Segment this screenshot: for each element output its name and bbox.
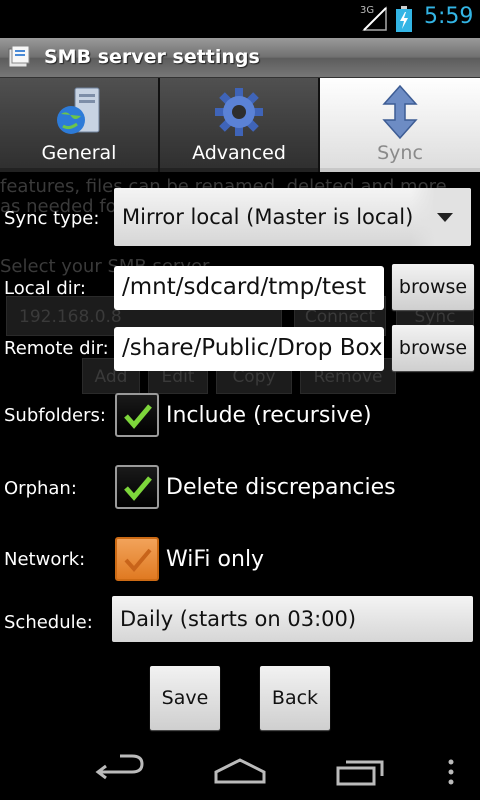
sync-type-label: Sync type: — [4, 208, 100, 229]
globe-server-icon — [57, 87, 100, 134]
signal-icon — [362, 6, 387, 31]
checkmark-icon — [124, 404, 152, 429]
tab-advanced[interactable]: Advanced — [160, 78, 320, 172]
network-label: Network: — [4, 549, 86, 570]
tab-general[interactable]: General — [0, 78, 160, 172]
sync-settings-panel: features, files can be renamed, deleted … — [0, 172, 480, 744]
tab-advanced-label: Advanced — [192, 142, 286, 164]
subfolders-checkbox[interactable] — [115, 393, 159, 437]
wifi-only-checkbox[interactable] — [115, 537, 159, 581]
local-dir-field[interactable]: /mnt/sdcard/tmp/test — [114, 266, 384, 310]
tab-bar: General Advanced Sync — [0, 78, 480, 172]
tab-sync-label: Sync — [377, 142, 423, 164]
local-dir-label: Local dir: — [4, 278, 86, 299]
page-title: SMB server settings — [44, 46, 260, 68]
sync-type-select[interactable]: Mirror local (Master is local) — [114, 188, 471, 246]
schedule-select[interactable]: Daily (starts on 03:00) — [112, 596, 473, 642]
gear-icon — [215, 88, 263, 136]
schedule-value: Daily (starts on 03:00) — [120, 607, 357, 631]
app-icon — [8, 45, 30, 68]
chevron-down-icon — [437, 213, 453, 222]
wifi-only-checkbox-label[interactable]: WiFi only — [166, 547, 264, 572]
save-button[interactable]: Save — [150, 666, 220, 730]
sync-arrows-icon — [382, 84, 418, 140]
checkmark-icon — [124, 476, 152, 501]
overflow-menu-icon[interactable] — [436, 752, 466, 792]
orphan-checkbox-label[interactable]: Delete discrepancies — [166, 475, 396, 500]
navigation-bar — [0, 744, 480, 800]
subfolders-checkbox-label[interactable]: Include (recursive) — [166, 403, 372, 428]
status-clock: 5:59 — [424, 4, 474, 29]
recent-apps-icon[interactable] — [334, 752, 390, 792]
home-nav-icon[interactable] — [212, 752, 268, 792]
checkmark-icon — [124, 548, 152, 573]
back-button[interactable]: Back — [260, 666, 330, 730]
remote-dir-label: Remote dir: — [4, 338, 109, 359]
title-bar: SMB server settings — [0, 38, 480, 78]
status-bar: 3G 5:59 — [0, 0, 480, 38]
back-nav-icon[interactable] — [92, 752, 148, 792]
local-dir-browse-button[interactable]: browse — [392, 264, 474, 310]
orphan-checkbox[interactable] — [115, 465, 159, 509]
orphan-label: Orphan: — [4, 478, 77, 499]
subfolders-label: Subfolders: — [4, 405, 106, 426]
remote-dir-browse-button[interactable]: browse — [392, 325, 474, 371]
sync-type-value: Mirror local (Master is local) — [122, 205, 414, 229]
tab-general-label: General — [41, 142, 117, 164]
remote-dir-field[interactable]: /share/Public/Drop Box — [114, 327, 384, 371]
battery-charging-icon — [396, 6, 412, 32]
tab-sync[interactable]: Sync — [320, 78, 480, 172]
schedule-label: Schedule: — [4, 612, 93, 633]
